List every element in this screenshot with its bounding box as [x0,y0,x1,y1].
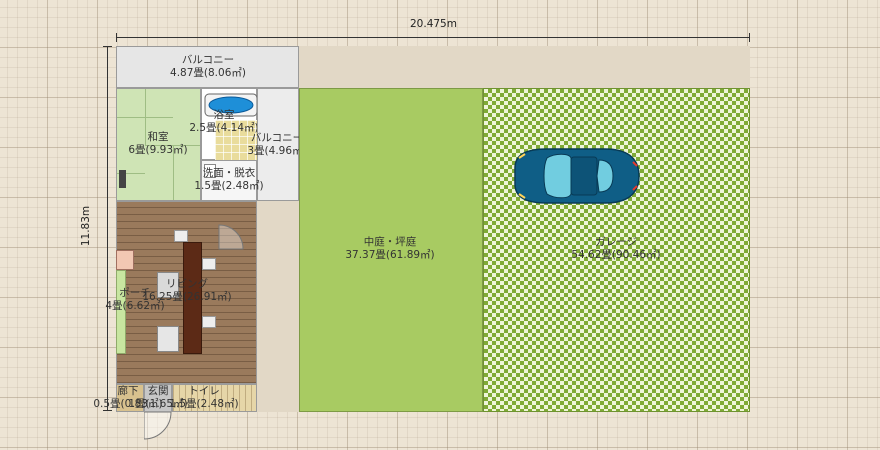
garage-label: ガレージ 54.62畳(90.46㎡) [571,236,660,262]
chair-icon [202,316,216,328]
toilet-area: 1.5畳(2.48㎡) [169,398,239,410]
toilet-label: トイレ 1.5畳(2.48㎡) [169,385,238,411]
width-dimension-tick-left [116,33,117,42]
height-dimension-label: 11.83m [80,205,93,247]
balcony-right-name: バルコニー [250,132,304,144]
porch-name: ポーチ [119,287,151,299]
width-dimension-tick-right [749,33,750,42]
door-swing-icon [218,224,244,250]
shelf-icon [116,250,134,270]
balcony-top-name: バルコニー [181,54,235,66]
door-swing-icon [144,412,172,440]
sliding-door-icon [119,170,126,188]
senmen-name: 洗面・脱衣 [202,167,256,179]
walkway [257,201,299,412]
porch-label: ポーチ 4畳(6.62㎡) [105,287,164,313]
washitsu-label: 和室 6畳(9.93㎡) [128,131,187,157]
washitsu-area: 6畳(9.93㎡) [128,144,188,156]
garage-name: ガレージ [595,236,637,248]
garage-area: 54.62畳(90.46㎡) [571,249,661,261]
width-dimension-label: 20.475m [410,18,457,30]
height-dimension-tick-top [103,46,112,47]
toilet-name: トイレ [188,385,220,397]
balcony-right-label: バルコニー 3畳(4.96㎡) [247,132,306,158]
bath-name: 浴室 [213,109,235,121]
balcony-right-area: 3畳(4.96㎡) [247,145,307,157]
balcony-top-strip-extension [299,46,750,88]
nakaniwa-area: 37.37畳(61.89㎡) [345,249,435,261]
nakaniwa-label: 中庭・坪庭 37.37畳(61.89㎡) [345,236,434,262]
senmen-area: 1.5畳(2.48㎡) [194,180,264,192]
balcony-top-area: 4.87畳(8.06㎡) [170,67,246,79]
width-dimension-line [116,37,750,38]
sofa-icon [157,326,179,352]
chair-icon [202,258,216,270]
washitsu-name: 和室 [147,131,169,143]
nakaniwa-name: 中庭・坪庭 [363,236,417,248]
senmen-label: 洗面・脱衣 1.5畳(2.48㎡) [194,167,263,193]
chair-icon [174,230,188,242]
balcony-top-label: バルコニー 4.87畳(8.06㎡) [170,54,246,80]
porch-area: 4畳(6.62㎡) [105,300,165,312]
height-dimension-line [107,46,108,411]
car-icon [514,148,640,204]
